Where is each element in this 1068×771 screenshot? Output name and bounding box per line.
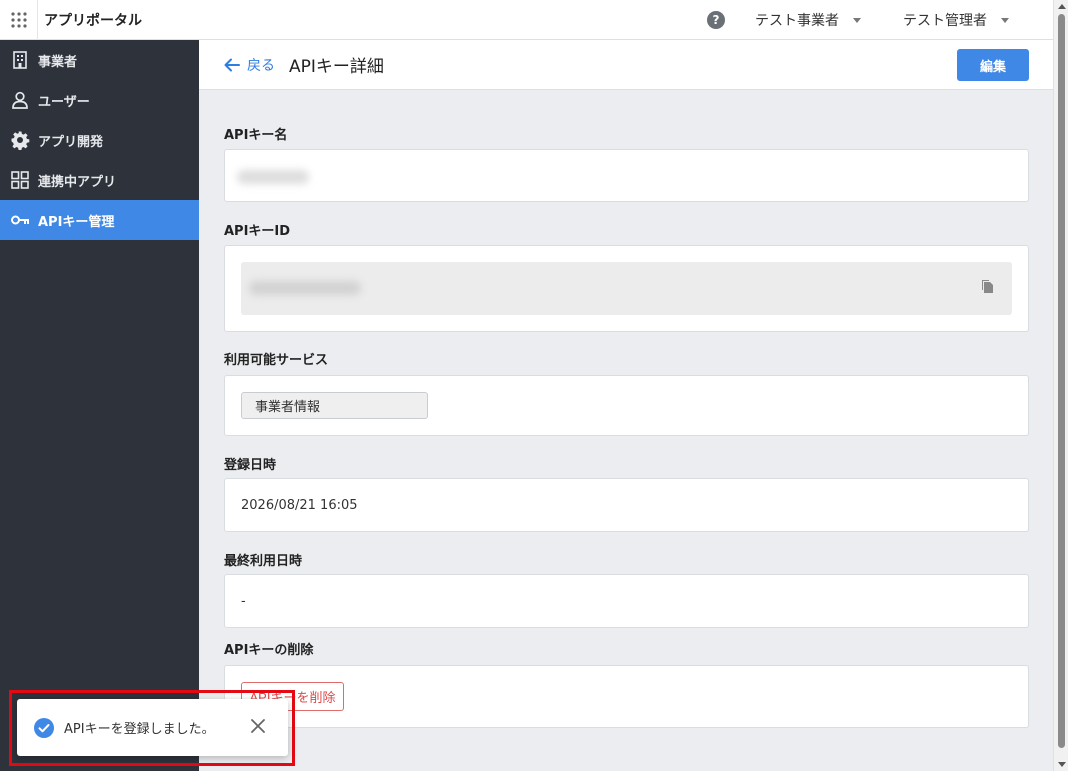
help-icon[interactable]: ?: [707, 11, 725, 29]
api-key-id-field[interactable]: [241, 262, 1012, 315]
sidebar-item-connected-apps[interactable]: 連携中アプリ: [0, 160, 199, 200]
sidebar: 事業者 ユーザー アプリ開発 連携中アプリ APIキー管理: [0, 40, 199, 771]
last-used-value: -: [241, 594, 246, 609]
sidebar-item-label: 連携中アプリ: [38, 174, 117, 190]
app-title: アプリポータル: [44, 12, 142, 29]
blurred-value: [237, 170, 309, 184]
registered-date-value: 2026/08/21 16:05: [241, 498, 358, 513]
user-dropdown-label: テスト管理者: [903, 13, 987, 29]
key-icon: [10, 210, 30, 230]
page-title: APIキー詳細: [289, 57, 384, 77]
api-key-id-label: APIキーID: [224, 224, 291, 239]
scrollbar[interactable]: [1053, 0, 1068, 771]
user-icon: [10, 90, 30, 110]
sidebar-item-label: ユーザー: [38, 94, 90, 110]
delete-section: APIキーを削除: [224, 665, 1029, 728]
arrow-left-icon: [224, 58, 240, 71]
delete-section-label: APIキーの削除: [224, 643, 314, 658]
building-icon: [10, 50, 30, 70]
user-dropdown[interactable]: テスト管理者: [903, 10, 1009, 30]
page-header: 戻る APIキー詳細 編集: [199, 40, 1053, 90]
service-chip: 事業者情報: [241, 392, 428, 419]
api-key-name-label: APIキー名: [224, 128, 288, 143]
edit-button[interactable]: 編集: [957, 49, 1029, 81]
sidebar-item-api-keys[interactable]: APIキー管理: [0, 200, 199, 240]
scroll-thumb[interactable]: [1058, 14, 1065, 748]
registered-date-field: 2026/08/21 16:05: [224, 478, 1029, 532]
main-content: 戻る APIキー詳細 編集 APIキー名 APIキーID 利用可能サービス 事業…: [199, 40, 1053, 771]
chevron-down-icon: [853, 17, 861, 23]
sidebar-item-label: アプリ開発: [38, 134, 104, 150]
back-link[interactable]: 戻る: [223, 55, 275, 75]
last-used-field: -: [224, 574, 1029, 628]
services-field: 事業者情報: [224, 375, 1029, 436]
scroll-up-arrow-icon[interactable]: [1058, 4, 1066, 9]
top-bar: アプリポータル ? テスト事業者 テスト管理者: [0, 0, 1053, 40]
toast-message: APIキーを登録しました。: [64, 722, 215, 737]
business-dropdown[interactable]: テスト事業者: [755, 10, 861, 30]
app-grid-icon[interactable]: [0, 0, 38, 40]
api-key-name-field: [224, 149, 1029, 202]
sidebar-item-app-dev[interactable]: アプリ開発: [0, 120, 199, 160]
services-label: 利用可能サービス: [224, 353, 329, 368]
sidebar-item-label: APIキー管理: [38, 214, 115, 230]
copy-icon[interactable]: [980, 278, 994, 294]
sidebar-item-business[interactable]: 事業者: [0, 40, 199, 80]
sidebar-item-label: 事業者: [38, 54, 78, 70]
check-circle-icon: [34, 717, 54, 738]
blurred-value: [249, 281, 361, 295]
business-dropdown-label: テスト事業者: [755, 13, 839, 29]
back-label: 戻る: [247, 57, 275, 74]
api-key-id-section: [224, 245, 1029, 332]
close-icon[interactable]: [250, 718, 266, 734]
chevron-down-icon: [1001, 17, 1009, 23]
scroll-down-arrow-icon[interactable]: [1058, 762, 1066, 767]
apps-icon: [10, 170, 30, 190]
success-toast: APIキーを登録しました。: [17, 699, 288, 756]
registered-date-label: 登録日時: [224, 458, 277, 473]
sidebar-item-users[interactable]: ユーザー: [0, 80, 199, 120]
gear-icon: [10, 130, 30, 150]
last-used-label: 最終利用日時: [224, 554, 303, 569]
